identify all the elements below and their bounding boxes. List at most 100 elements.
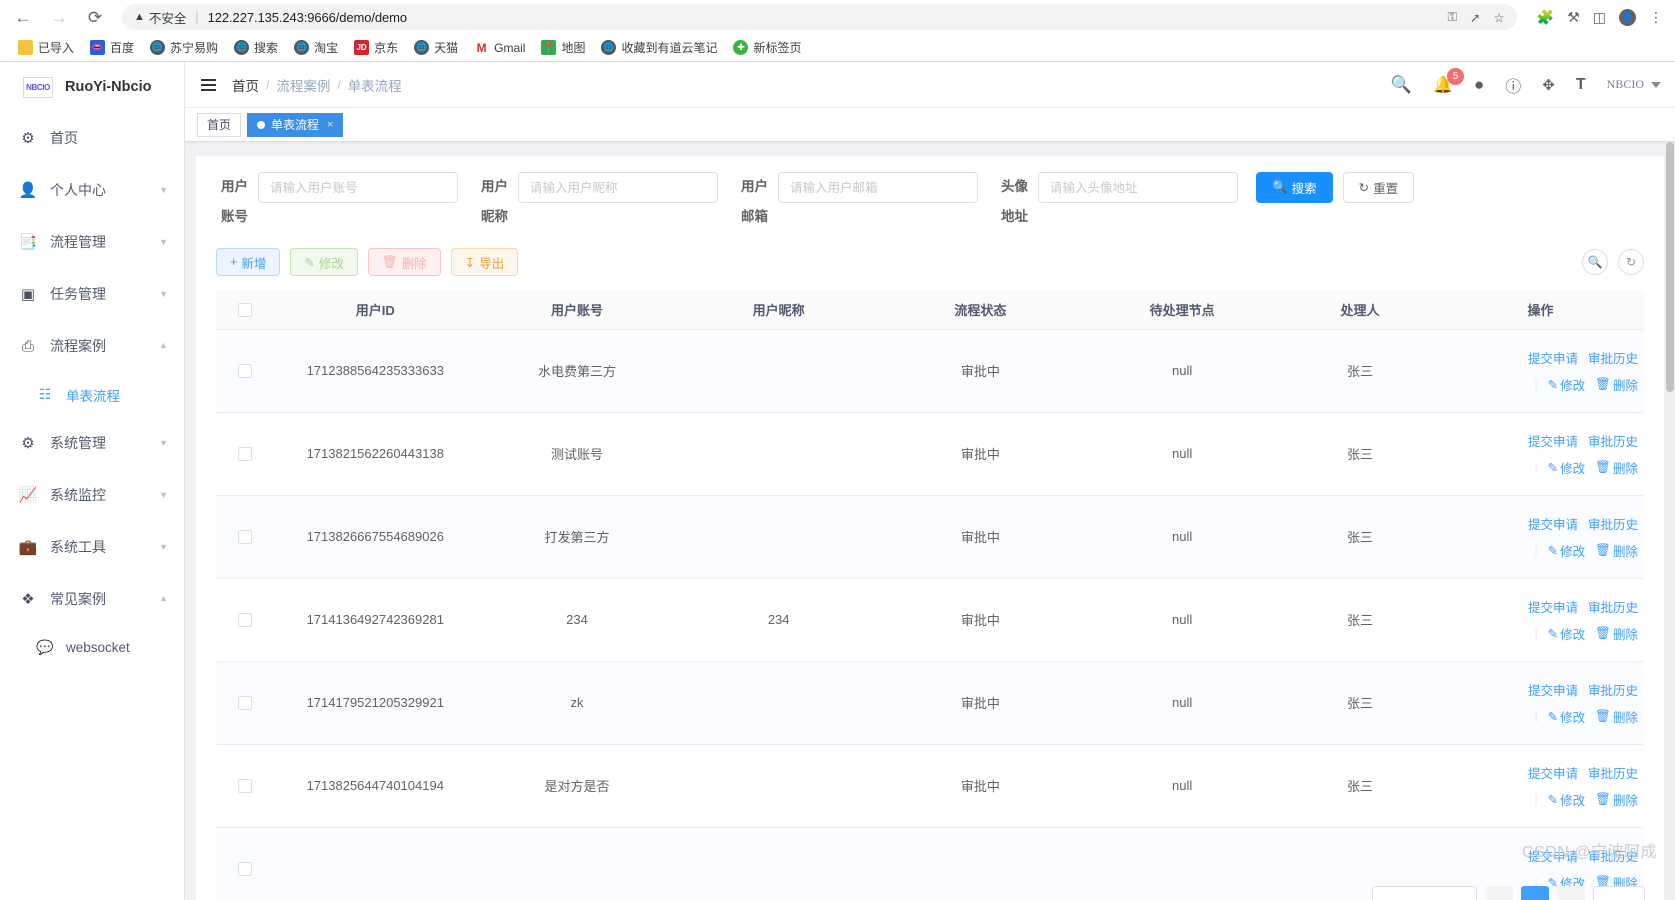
approval-history-link[interactable]: 审批历史 (1588, 431, 1638, 450)
puzzle-extension-icon[interactable]: 🧩 (1537, 9, 1554, 26)
page-scrollbar-thumb[interactable] (1666, 142, 1674, 392)
approval-history-link[interactable]: 审批历史 (1588, 846, 1638, 865)
sidebar-item-personal-center[interactable]: 👤 个人中心 ▼ (0, 164, 184, 216)
table-row[interactable]: 1713826667554689026 打发第三方 审批中 null 张三 提交申请 审批历… (216, 495, 1644, 579)
bookmark-star-icon[interactable]: ☆ (1494, 10, 1505, 25)
edit-link[interactable]: ✎ 修改 (1548, 707, 1586, 726)
breadcrumb-item-flow-case[interactable]: 流程案例 (276, 75, 330, 95)
edit-link[interactable]: ✎ 修改 (1548, 541, 1586, 560)
bookmark-item[interactable]: 📍 地图 (533, 37, 593, 58)
select-all-checkbox[interactable] (238, 303, 253, 318)
export-button[interactable]: ↧ 导出 (450, 248, 519, 276)
submit-application-link[interactable]: 提交申请 (1528, 763, 1578, 782)
edit-link[interactable]: ✎ 修改 (1548, 790, 1586, 809)
submit-application-link[interactable]: 提交申请 (1528, 680, 1578, 699)
back-arrow-icon[interactable]: ← (12, 6, 34, 28)
user-account-input[interactable] (258, 172, 458, 203)
sidebar-item-system-monitor[interactable]: 📈 系统监控 ▼ (0, 469, 184, 521)
refresh-circle-icon[interactable]: ↻ (1618, 249, 1644, 275)
row-checkbox[interactable] (238, 530, 253, 545)
approval-history-link[interactable]: 审批历史 (1588, 680, 1638, 699)
search-icon[interactable]: 🔍 (1391, 75, 1412, 95)
submit-application-link[interactable]: 提交申请 (1528, 846, 1578, 865)
font-size-icon[interactable]: T (1576, 76, 1586, 94)
bookmark-item[interactable]: 已导入 (10, 37, 82, 58)
extension-icon-2[interactable]: ⚒ (1567, 9, 1580, 26)
bookmark-item[interactable]: ✚ 新标签页 (725, 37, 809, 58)
approval-history-link[interactable]: 审批历史 (1588, 597, 1638, 616)
edit-link[interactable]: ✎ 修改 (1548, 375, 1586, 394)
delete-link[interactable]: 🗑 删除 (1595, 458, 1638, 477)
forward-arrow-icon[interactable]: → (48, 6, 70, 28)
sidebar-item-common-cases[interactable]: ❖ 常见案例 ▼ (0, 573, 184, 625)
hamburger-icon[interactable] (201, 78, 216, 91)
page-next-button[interactable] (1557, 886, 1585, 900)
page-jump-input[interactable] (1593, 886, 1645, 900)
avatar-url-input[interactable] (1038, 172, 1238, 203)
help-icon[interactable]: ⓘ (1505, 73, 1521, 97)
bookmark-item[interactable]: 🌐 搜索 (226, 37, 286, 58)
approval-history-link[interactable]: 审批历史 (1588, 348, 1638, 367)
row-checkbox[interactable] (238, 696, 253, 711)
row-checkbox[interactable] (238, 613, 253, 628)
sidebar-item-task-management[interactable]: ▣ 任务管理 ▼ (0, 268, 184, 320)
page-scrollbar-track[interactable] (1664, 142, 1675, 900)
bell-icon[interactable]: 🔔 5 (1433, 67, 1464, 95)
delete-link[interactable]: 🗑 删除 (1595, 790, 1638, 809)
search-toggle-icon[interactable]: 🔍 (1582, 249, 1608, 275)
page-size-select[interactable] (1372, 886, 1477, 900)
close-icon[interactable]: × (327, 119, 333, 131)
reset-button[interactable]: ↻ 重置 (1342, 172, 1415, 203)
reload-icon[interactable]: ⟳ (84, 6, 106, 28)
profile-avatar-icon[interactable]: 👤 (1619, 8, 1636, 26)
sidepanel-icon[interactable]: ◫ (1593, 9, 1606, 26)
delete-link[interactable]: 🗑 删除 (1595, 624, 1638, 643)
approval-history-link[interactable]: 审批历史 (1588, 763, 1638, 782)
bookmark-item[interactable]: 🌐 收藏到有道云笔记 (593, 37, 725, 58)
row-checkbox[interactable] (238, 779, 253, 794)
submit-application-link[interactable]: 提交申请 (1528, 431, 1578, 450)
breadcrumb-item-home[interactable]: 首页 (232, 75, 259, 95)
table-row[interactable]: 1713821562260443138 测试账号 审批中 null 张三 提交申请 审批历史… (216, 412, 1644, 496)
brand[interactable]: NBCIO RuoYi-Nbcio (0, 62, 184, 112)
bookmark-item[interactable]: 🌐 淘宝 (286, 37, 346, 58)
delete-button[interactable]: 🗑 删除 (367, 248, 441, 276)
approval-history-link[interactable]: 审批历史 (1588, 514, 1638, 533)
bookmark-item[interactable]: JD 京东 (346, 37, 406, 58)
user-menu[interactable]: NBCIO (1607, 77, 1661, 92)
edit-link[interactable]: ✎ 修改 (1548, 624, 1586, 643)
page-number-1[interactable] (1521, 886, 1549, 900)
row-checkbox[interactable] (238, 862, 253, 877)
table-row[interactable]: 1712388564235333633 水电费第三方 审批中 null 张三 提交申请 审批… (216, 329, 1644, 413)
table-row[interactable]: 1713825644740104194 是对方是否 审批中 null 张三 提交申请 审批历… (216, 744, 1644, 828)
search-button[interactable]: 🔍 搜索 (1256, 172, 1333, 203)
table-row[interactable]: 1714136492742369281 234 234 审批中 null 张三 提交申请 审批… (216, 578, 1644, 662)
row-checkbox[interactable] (238, 364, 253, 379)
table-row[interactable]: 1714179521205329921 zk 审批中 null 张三 提交申请 审批历史 | ✎… (216, 661, 1644, 745)
delete-link[interactable]: 🗑 删除 (1595, 375, 1638, 394)
edit-button[interactable]: ✎ 修改 (290, 248, 358, 276)
sidebar-item-system-management[interactable]: ⚙ 系统管理 ▼ (0, 417, 184, 469)
delete-link[interactable]: 🗑 删除 (1595, 707, 1638, 726)
security-indicator[interactable]: ▲ 不安全 (134, 8, 186, 27)
bookmark-item[interactable]: 🌐 天猫 (406, 37, 466, 58)
github-icon[interactable]: ● (1474, 75, 1484, 95)
chrome-menu-icon[interactable]: ⋮ (1649, 9, 1663, 26)
sidebar-item-system-tools[interactable]: 💼 系统工具 ▼ (0, 521, 184, 573)
bookmark-item[interactable]: 👄 百度 (82, 37, 142, 58)
bookmark-item[interactable]: M Gmail (466, 38, 533, 57)
sidebar-item-single-table-flow[interactable]: ☷ 单表流程 (0, 372, 184, 417)
row-checkbox[interactable] (238, 447, 253, 462)
sidebar-item-process-management[interactable]: 📑 流程管理 ▼ (0, 216, 184, 268)
submit-application-link[interactable]: 提交申请 (1528, 597, 1578, 616)
user-email-input[interactable] (778, 172, 978, 203)
sidebar-item-flow-case[interactable]: ⎙ 流程案例 ▼ (0, 320, 184, 372)
user-nickname-input[interactable] (518, 172, 718, 203)
key-icon[interactable]: ⚿ (1448, 10, 1458, 25)
address-bar[interactable]: ▲ 不安全 | 122.227.135.243:9666/demo/demo ⚿… (122, 4, 1517, 30)
sidebar-item-home[interactable]: ⚙ 首页 (0, 112, 184, 164)
submit-application-link[interactable]: 提交申请 (1528, 514, 1578, 533)
fullscreen-icon[interactable]: ✥ (1542, 76, 1555, 94)
share-icon[interactable]: ➚ (1470, 10, 1480, 25)
submit-application-link[interactable]: 提交申请 (1528, 348, 1578, 367)
